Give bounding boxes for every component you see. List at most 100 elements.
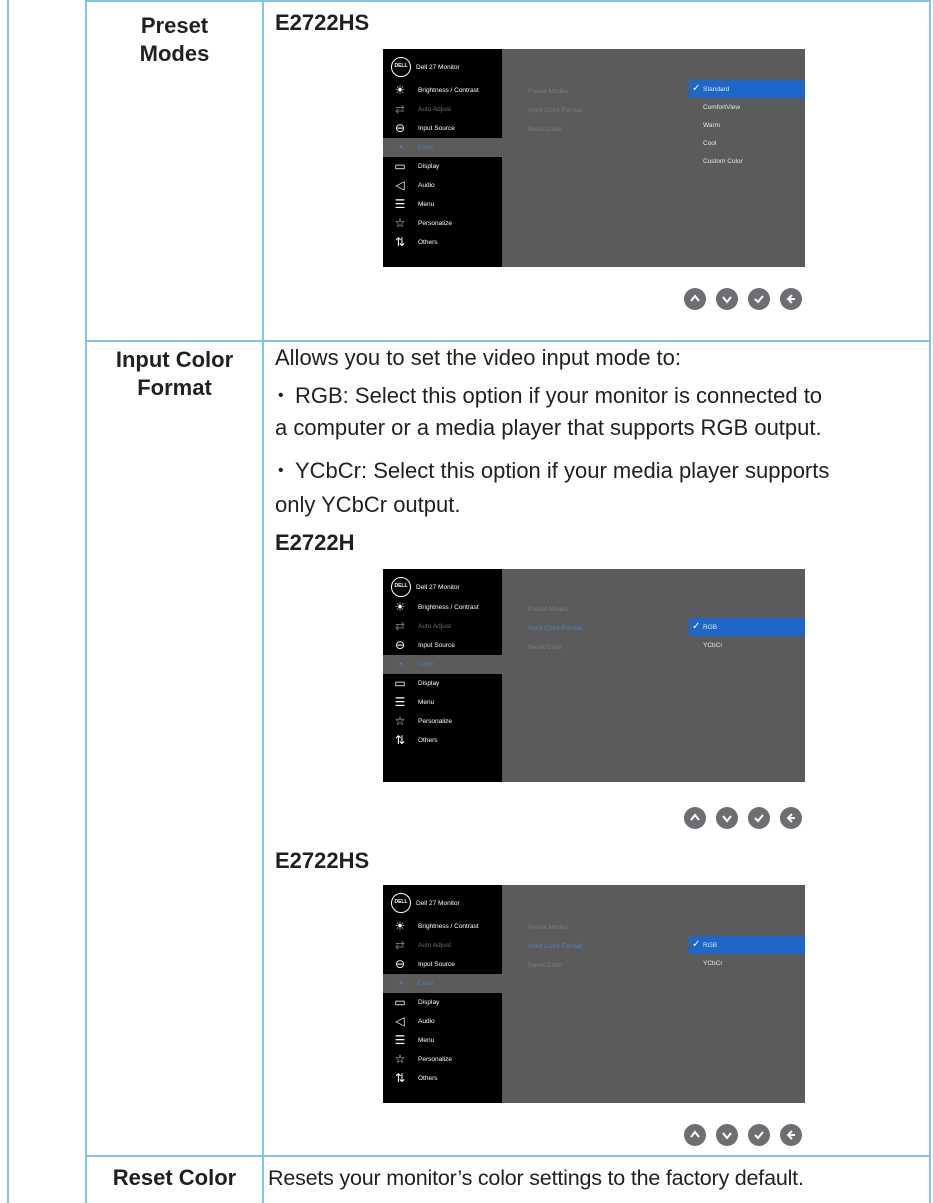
- label-line: Input Color: [115, 347, 234, 372]
- model-heading: E2722HS: [275, 10, 370, 35]
- osd-item-others: ⇅ Others: [383, 233, 502, 252]
- star-icon: ☆: [394, 1052, 406, 1066]
- osd-item-others: ⇅ Others: [383, 731, 502, 750]
- osd-item-brightness: ☀ Brightness / Contrast: [383, 917, 502, 936]
- osd-item-input-source: ⊖ Input Source: [383, 955, 502, 974]
- label-line: Format: [137, 375, 212, 400]
- osd-option-comfortview: ComfortView: [689, 98, 805, 116]
- osd-item-label: Brightness / Contrast: [418, 604, 479, 611]
- osd-option-label: Warm: [703, 122, 721, 129]
- osd-option-cool: Cool: [689, 134, 805, 152]
- input-source-icon: ⊖: [394, 638, 406, 652]
- row-label-input-color-format: Input Color Format: [87, 346, 262, 402]
- osd-item-menu: ☰ Menu: [383, 195, 502, 214]
- spec-table: Preset Modes E2722HS DELL Dell 27 Monito…: [0, 0, 933, 1203]
- sun-icon: ☀: [394, 600, 406, 614]
- others-icon: ⇅: [394, 733, 406, 747]
- up-arrow-icon: [684, 288, 706, 310]
- back-icon: [780, 807, 802, 829]
- osd-screenshot-preset: DELL Dell 27 Monitor ☀ Brightness / Contr…: [383, 49, 805, 267]
- intro-text: Allows you to set the video input mode t…: [275, 345, 682, 370]
- osd-sub-input-color-format: Input Color Format: [528, 625, 583, 632]
- osd-sidebar: DELL Dell 27 Monitor ☀ Brightness / Contr…: [383, 885, 502, 1103]
- auto-adjust-icon: ⇄: [394, 938, 406, 952]
- osd-item-label: Others: [418, 239, 438, 246]
- osd-sub-reset-color: Reset Color: [528, 962, 563, 969]
- model-heading: E2722H: [275, 530, 355, 555]
- table-border-col2: [262, 0, 264, 1203]
- osd-sub-preset-modes: Preset Modes: [528, 606, 569, 613]
- display-icon: ▭: [394, 995, 406, 1009]
- osd-item-display: ▭ Display: [383, 674, 502, 693]
- osd-option-ycbcr: YCbCr: [689, 954, 805, 972]
- check-icon: ✓: [692, 621, 701, 632]
- osd-item-color: ◔ Color: [383, 974, 502, 993]
- osd-item-label: Personalize: [418, 718, 452, 725]
- osd-item-label: Display: [418, 163, 440, 170]
- osd-item-others: ⇅ Others: [383, 1069, 502, 1088]
- osd-item-menu: ☰ Menu: [383, 1031, 502, 1050]
- menu-icon: ☰: [394, 695, 406, 709]
- osd-item-label: Color: [418, 144, 434, 151]
- row-label-preset-modes: Preset Modes: [87, 12, 262, 68]
- osd-item-label: Auto Adjust: [418, 106, 451, 113]
- back-icon: [780, 288, 802, 310]
- osd-option-custom-color: Custom Color: [689, 152, 805, 170]
- label-line: Preset: [140, 13, 209, 38]
- bullet-dot: •: [278, 462, 284, 479]
- star-icon: ☆: [394, 216, 406, 230]
- osd-screenshot-format-b: DELL Dell 27 Monitor ☀ Brightness / Contr…: [383, 885, 805, 1103]
- osd-item-brightness: ☀ Brightness / Contrast: [383, 81, 502, 100]
- osd-item-auto-adjust: ⇄ Auto Adjust: [383, 100, 502, 119]
- osd-option-rgb: ✓ RGB: [689, 936, 805, 954]
- label-line: Modes: [139, 41, 210, 66]
- table-border-left: [7, 0, 9, 1203]
- osd-item-label: Input Source: [418, 125, 455, 132]
- check-icon: ✓: [692, 939, 701, 950]
- osd-item-label: Auto Adjust: [418, 942, 451, 949]
- osd-item-label: Auto Adjust: [418, 623, 451, 630]
- osd-item-label: Menu: [418, 699, 435, 706]
- others-icon: ⇅: [394, 1071, 406, 1085]
- osd-item-auto-adjust: ⇄ Auto Adjust: [383, 936, 502, 955]
- auto-adjust-icon: ⇄: [394, 102, 406, 116]
- osd-option-label: Custom Color: [703, 158, 743, 165]
- menu-icon: ☰: [394, 1033, 406, 1047]
- osd-item-color: ◔ Color: [383, 138, 502, 157]
- display-icon: ▭: [394, 159, 406, 173]
- osd-item-label: Input Source: [418, 961, 455, 968]
- osd-option-label: ComfortView: [703, 104, 741, 111]
- dell-logo: DELL: [391, 577, 411, 597]
- osd-item-label: Audio: [418, 182, 435, 189]
- osd-item-audio: ◁ Audio: [383, 176, 502, 195]
- osd-item-label: Menu: [418, 201, 435, 208]
- osd-item-label: Personalize: [418, 1056, 452, 1063]
- bullet-text: Select this option if your media player …: [367, 458, 830, 483]
- table-rule-2: [85, 1155, 931, 1157]
- osd-item-display: ▭ Display: [383, 157, 502, 176]
- osd-item-menu: ☰ Menu: [383, 693, 502, 712]
- bullet-text: Select this option if your monitor is co…: [348, 383, 823, 408]
- bullet-rgb: • RGB: Select this option if your monito…: [275, 380, 925, 412]
- osd-sub-preset-modes: Preset Modes: [528, 88, 569, 95]
- row-label-reset-color: Reset Color: [112, 1165, 237, 1190]
- osd-item-brightness: ☀ Brightness / Contrast: [383, 598, 502, 617]
- joystick-buttons: [684, 288, 804, 312]
- osd-option-ycbcr: YCbCr: [689, 636, 805, 654]
- osd-item-color: ◔ Color: [383, 655, 502, 674]
- down-arrow-icon: [716, 1124, 738, 1146]
- down-arrow-icon: [716, 807, 738, 829]
- osd-item-label: Brightness / Contrast: [418, 87, 479, 94]
- check-button-icon: [748, 807, 770, 829]
- osd-item-label: Display: [418, 999, 440, 1006]
- input-source-icon: ⊖: [394, 957, 406, 971]
- speaker-icon: ◁: [395, 1014, 405, 1028]
- osd-item-label: Brightness / Contrast: [418, 923, 479, 930]
- osd-title: Dell 27 Monitor: [416, 900, 460, 907]
- osd-item-label: Others: [418, 737, 438, 744]
- check-icon: ✓: [692, 83, 701, 94]
- check-button-icon: [748, 288, 770, 310]
- osd-sub-input-color-format: Input Color Format: [528, 107, 583, 114]
- sun-icon: ☀: [394, 83, 406, 97]
- osd-sub-reset-color: Reset Color: [528, 126, 563, 133]
